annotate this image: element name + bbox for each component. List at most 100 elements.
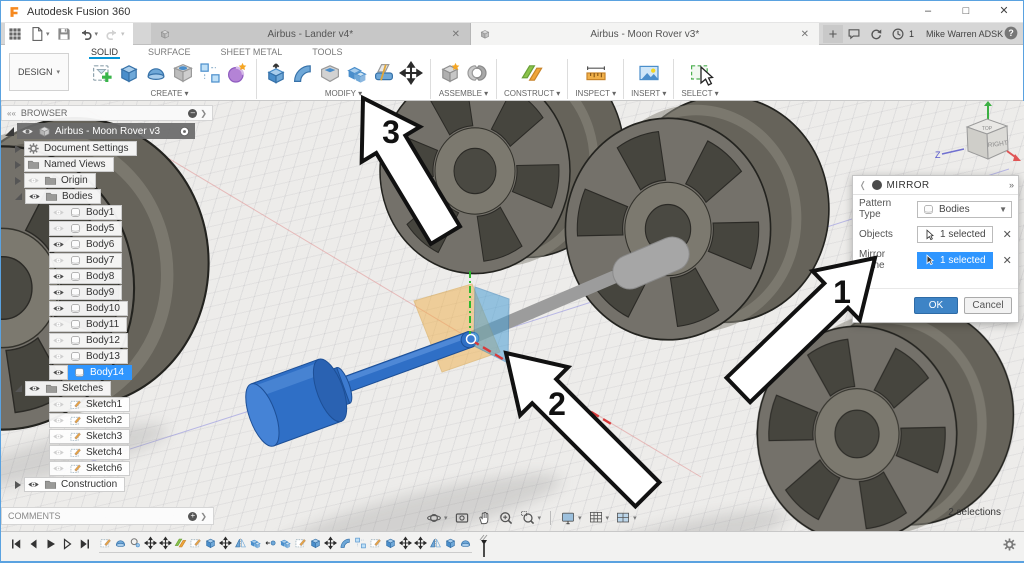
user-name[interactable]: Mike Warren ADSK	[926, 23, 1003, 45]
item-chip[interactable]: Origin	[24, 173, 96, 188]
timeline-settings-gear-icon[interactable]	[1002, 537, 1017, 552]
job-status-icon[interactable]	[891, 27, 905, 41]
eye-icon[interactable]	[52, 318, 65, 331]
comment-icon[interactable]	[847, 27, 861, 41]
timeline-feature-construct-plane-icon[interactable]	[174, 536, 187, 550]
sync-icon[interactable]	[869, 27, 883, 41]
browser-item-body8[interactable]: Body8	[15, 269, 137, 284]
pattern-type-dropdown[interactable]: Bodies ▼	[917, 200, 1012, 218]
collapse-panel-icon[interactable]: ««	[7, 109, 16, 118]
dialog-grip-icon[interactable]: ❬	[859, 180, 867, 191]
panel-options-icon[interactable]: +	[188, 511, 198, 521]
timeline-feature-mirror-icon[interactable]	[234, 536, 247, 550]
eye-icon[interactable]	[21, 125, 34, 138]
window-zoom-button[interactable]: ▾	[519, 510, 543, 526]
eye-icon[interactable]	[52, 286, 65, 299]
clear-selection-icon[interactable]: ✕	[1003, 228, 1012, 241]
hole-icon[interactable]	[171, 61, 195, 85]
timeline-feature-sketch-icon[interactable]	[189, 536, 202, 550]
revolve-icon[interactable]	[144, 61, 168, 85]
expand-triangle[interactable]	[15, 176, 21, 185]
measure-icon[interactable]	[584, 61, 608, 85]
item-chip[interactable]: Body5	[49, 221, 123, 236]
item-chip[interactable]: Sketches	[25, 381, 112, 396]
item-chip[interactable]: Sketch6	[49, 461, 131, 476]
timeline-feature-revolve-icon[interactable]	[459, 536, 472, 550]
origin-point[interactable]	[465, 333, 477, 345]
chevron-down-icon[interactable]: ▾	[46, 30, 50, 38]
play-icon[interactable]	[43, 536, 58, 552]
view-cube[interactable]: TOP RIGHT Z	[935, 101, 1021, 161]
timeline-feature-move-icon[interactable]	[219, 536, 232, 550]
ribbon-tab-surface[interactable]: SURFACE	[146, 46, 193, 59]
expand-triangle[interactable]	[15, 160, 21, 169]
timeline-feature-move-icon[interactable]	[414, 536, 427, 550]
timeline-feature-sketch-icon[interactable]	[99, 536, 112, 550]
create-form-icon[interactable]	[225, 61, 249, 85]
eye-icon[interactable]	[27, 478, 40, 491]
ribbon-tab-sheet-metal[interactable]: SHEET METAL	[219, 46, 285, 59]
file-button[interactable]: ▾	[27, 25, 52, 43]
split-body-icon[interactable]	[372, 61, 396, 85]
shell-icon[interactable]	[318, 61, 342, 85]
ribbon-tab-solid[interactable]: SOLID	[89, 46, 121, 59]
browser-item-body7[interactable]: Body7	[15, 253, 137, 268]
ribbon-tab-tools[interactable]: TOOLS	[310, 46, 344, 59]
timeline-feature-move-icon[interactable]	[399, 536, 412, 550]
browser-item-sketch3[interactable]: Sketch3	[15, 429, 137, 444]
timeline-feature-extrude-icon[interactable]	[309, 536, 322, 550]
timeline-feature-move-icon[interactable]	[159, 536, 172, 550]
insert-image-icon[interactable]	[637, 61, 661, 85]
item-chip[interactable]: Body14	[68, 365, 132, 380]
browser-item-body9[interactable]: Body9	[15, 285, 137, 300]
collapse-triangle[interactable]	[15, 193, 22, 200]
step-forward-icon[interactable]	[60, 536, 75, 552]
browser-item-bodies[interactable]: Bodies	[15, 189, 137, 204]
joint-icon[interactable]	[465, 61, 489, 85]
browser-item-sketch4[interactable]: Sketch4	[15, 445, 137, 460]
pan-button[interactable]	[475, 510, 493, 526]
view-cube-top-label[interactable]: TOP	[982, 126, 993, 132]
browser-item-body10[interactable]: Body10	[15, 301, 137, 316]
group-label-modify[interactable]: MODIFY ▾	[325, 89, 362, 98]
redo-button[interactable]: ▾	[102, 25, 127, 43]
chevron-down-icon[interactable]: ▾	[95, 30, 99, 38]
timeline-feature-combine-icon[interactable]	[279, 536, 292, 550]
maximize-button[interactable]: □	[947, 1, 985, 22]
eye-icon[interactable]	[52, 430, 65, 443]
new-tab-button[interactable]	[823, 25, 843, 43]
eye-icon[interactable]	[52, 222, 65, 235]
skip-end-icon[interactable]	[77, 536, 92, 552]
browser-item-body5[interactable]: Body5	[15, 221, 137, 236]
look-at-button[interactable]	[453, 510, 471, 526]
eye-icon[interactable]	[52, 350, 65, 363]
objects-selection-chip[interactable]: 1 selected	[917, 226, 993, 243]
collapse-triangle[interactable]	[5, 126, 14, 136]
root-document-label[interactable]: Airbus - Moon Rover v3	[55, 126, 174, 137]
expand-triangle[interactable]	[15, 480, 21, 489]
move-icon[interactable]	[399, 61, 423, 85]
item-chip[interactable]: Construction	[24, 477, 126, 492]
item-chip[interactable]: Document Settings	[24, 141, 137, 156]
item-chip[interactable]: Body13	[49, 349, 128, 364]
combine-icon[interactable]	[345, 61, 369, 85]
wheel-bottom-right[interactable]	[757, 305, 1013, 531]
collapse-triangle[interactable]	[15, 385, 22, 392]
chevron-right-icon[interactable]: ❯	[200, 512, 207, 521]
group-label-construct[interactable]: CONSTRUCT ▾	[504, 89, 560, 98]
browser-item-body13[interactable]: Body13	[15, 349, 137, 364]
tab-close-icon[interactable]: ✕	[799, 29, 811, 40]
activate-component-radio[interactable]	[178, 125, 191, 138]
browser-item-sketch6[interactable]: Sketch6	[15, 461, 137, 476]
eye-icon[interactable]	[52, 302, 65, 315]
item-chip[interactable]: Body7	[49, 253, 123, 268]
group-label-select[interactable]: SELECT ▾	[681, 89, 718, 98]
item-chip[interactable]: Named Views	[24, 157, 114, 172]
help-icon[interactable]: ?	[1003, 25, 1019, 41]
browser-item-named-views[interactable]: Named Views	[15, 157, 137, 172]
item-chip[interactable]: Sketch1	[49, 397, 131, 412]
orbit-button[interactable]: ▾	[425, 510, 449, 526]
eye-icon[interactable]	[52, 462, 65, 475]
mirror-plane-selection-chip[interactable]: 1 selected	[917, 251, 993, 269]
group-label-inspect[interactable]: INSPECT ▾	[575, 89, 616, 98]
